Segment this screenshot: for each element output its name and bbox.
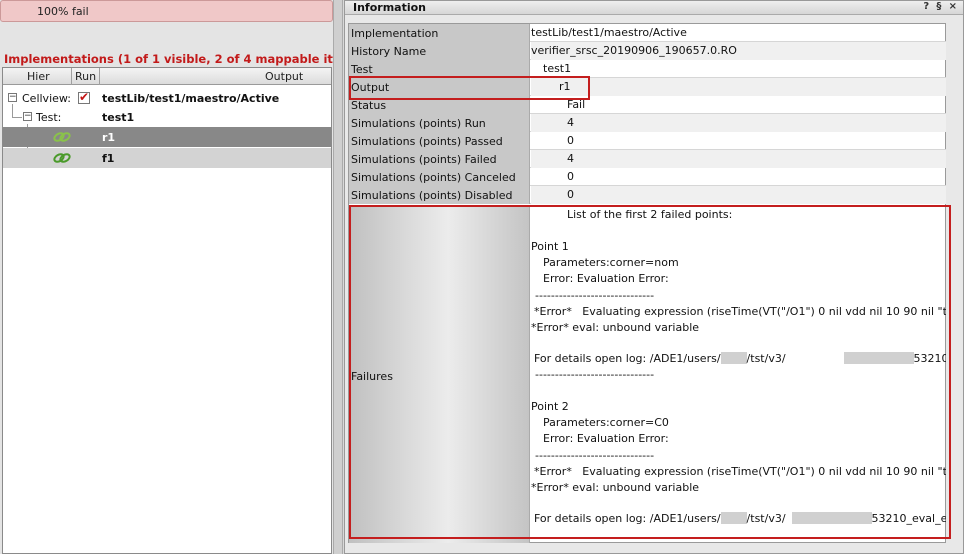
info-key: Simulations (points) Canceled	[349, 168, 530, 186]
redacted-block	[720, 512, 747, 524]
info-value: 4	[567, 152, 574, 165]
point-error: Error: Evaluation Error:	[543, 272, 669, 285]
info-key: Status	[349, 96, 530, 114]
titlebar-buttons: ? § ×	[919, 1, 957, 12]
info-value: Fail	[567, 98, 586, 111]
info-value: 0	[567, 170, 574, 183]
point-divider: ------------------------------	[535, 289, 655, 302]
point-title: Point 1	[531, 240, 569, 253]
log-suffix: 53210_eval_err/	[913, 352, 946, 365]
info-value: verifier_srsc_20190906_190657.0.RO	[531, 44, 737, 57]
info-key: Simulations (points) Run	[349, 114, 530, 132]
redacted-block	[843, 352, 914, 364]
tree-column-header: Hier Run Output	[3, 68, 331, 85]
failures-header: List of the first 2 failed points:	[567, 208, 733, 221]
info-key: Simulations (points) Passed	[349, 132, 530, 150]
failures-text: List of the first 2 failed points: Point…	[531, 207, 946, 543]
information-panel: Information ? § × Implementation testLib…	[344, 0, 964, 554]
collapse-icon[interactable]: −	[8, 93, 17, 102]
output-name: f1	[102, 152, 115, 165]
pane-splitter[interactable]	[333, 0, 343, 554]
point-log-line: For details open log: /ADE1/users/ /tst/v…	[534, 512, 946, 525]
cellview-label: Cellview:	[22, 92, 71, 105]
fail-status-text: 100% fail	[37, 5, 89, 18]
log-prefix: For details open log: /ADE1/users/	[534, 512, 721, 525]
log-suffix: 53210_eval_err/	[871, 512, 946, 525]
point-error: Error: Evaluation Error:	[543, 432, 669, 445]
point-params: Parameters:corner=C0	[543, 416, 669, 429]
implementations-tree[interactable]: Hier Run Output − Cellview: testLib/test…	[2, 67, 332, 554]
information-titlebar: Information ? § ×	[345, 1, 963, 15]
tree-row-output-r1[interactable]: r1	[3, 127, 331, 147]
failures-label: Failures	[351, 370, 393, 383]
point-expr: *Error* Evaluating expression (riseTime(…	[534, 465, 946, 478]
test-label: Test:	[36, 111, 62, 124]
point-expr: *Error* Evaluating expression (riseTime(…	[534, 305, 946, 318]
help-icon[interactable]: ?	[923, 1, 929, 12]
info-value: r1	[559, 80, 571, 93]
info-row: Simulations (points) Failed 4	[349, 150, 946, 168]
implementations-pane: 100% fail Implementations (1 of 1 visibl…	[0, 0, 337, 554]
info-key: Test	[349, 60, 530, 78]
log-prefix: For details open log: /ADE1/users/	[534, 352, 721, 365]
collapse-icon[interactable]: −	[23, 112, 32, 121]
log-mid: /tst/v3/	[746, 512, 786, 525]
info-value: 0	[567, 188, 574, 201]
implementations-header: Implementations (1 of 1 visible, 2 of 4 …	[4, 52, 334, 66]
info-row: Test test1	[349, 60, 946, 78]
log-mid: /tst/v3/	[746, 352, 786, 365]
point-title: Point 2	[531, 400, 569, 413]
info-row: Simulations (points) Canceled 0	[349, 168, 946, 186]
tree-row-output-f1[interactable]: f1	[3, 148, 331, 168]
output-link-icon	[53, 132, 71, 142]
info-key: Implementation	[349, 24, 530, 42]
info-key: Simulations (points) Disabled	[349, 186, 530, 204]
info-row-output: Output r1	[349, 78, 946, 96]
output-name: r1	[102, 131, 116, 144]
tree-row-test[interactable]: − Test: test1	[3, 107, 331, 127]
run-checkbox-icon[interactable]	[78, 90, 90, 104]
info-row: Simulations (points) Run 4	[349, 114, 946, 132]
point-params: Parameters:corner=nom	[543, 256, 679, 269]
info-key: History Name	[349, 42, 530, 60]
information-title: Information	[353, 1, 426, 14]
info-row: Simulations (points) Disabled 0	[349, 186, 946, 204]
info-key: Simulations (points) Failed	[349, 150, 530, 168]
info-value: 4	[567, 116, 574, 129]
redacted-block	[720, 352, 747, 364]
column-output[interactable]: Output	[265, 70, 303, 83]
info-value: test1	[543, 62, 572, 75]
column-run[interactable]: Run	[75, 70, 96, 83]
info-value: 0	[567, 134, 574, 147]
test-value: test1	[102, 111, 135, 124]
tree-row-cellview[interactable]: − Cellview: testLib/test1/maestro/Active	[3, 88, 331, 108]
fail-status-bar: 100% fail	[0, 0, 333, 22]
column-hier[interactable]: Hier	[27, 70, 50, 83]
cellview-value: testLib/test1/maestro/Active	[102, 92, 280, 105]
failures-key: Failures	[349, 207, 530, 543]
point-eval: *Error* eval: unbound variable	[531, 321, 700, 334]
close-icon[interactable]: ×	[949, 1, 957, 12]
point-eval: *Error* eval: unbound variable	[531, 481, 700, 494]
redacted-block	[791, 512, 872, 524]
info-row: Status Fail	[349, 96, 946, 114]
info-row: Simulations (points) Passed 0	[349, 132, 946, 150]
information-table: Implementation testLib/test1/maestro/Act…	[348, 23, 946, 543]
info-row: Implementation testLib/test1/maestro/Act…	[349, 24, 946, 42]
point-log-line: For details open log: /ADE1/users/ /tst/v…	[534, 352, 946, 365]
float-icon[interactable]: §	[936, 1, 941, 12]
point-divider: ------------------------------	[535, 368, 655, 381]
info-value: testLib/test1/maestro/Active	[531, 26, 687, 39]
info-key: Output	[349, 78, 530, 96]
output-link-icon	[53, 153, 71, 163]
point-divider: ------------------------------	[535, 449, 655, 462]
info-row: History Name verifier_srsc_20190906_1906…	[349, 42, 946, 60]
